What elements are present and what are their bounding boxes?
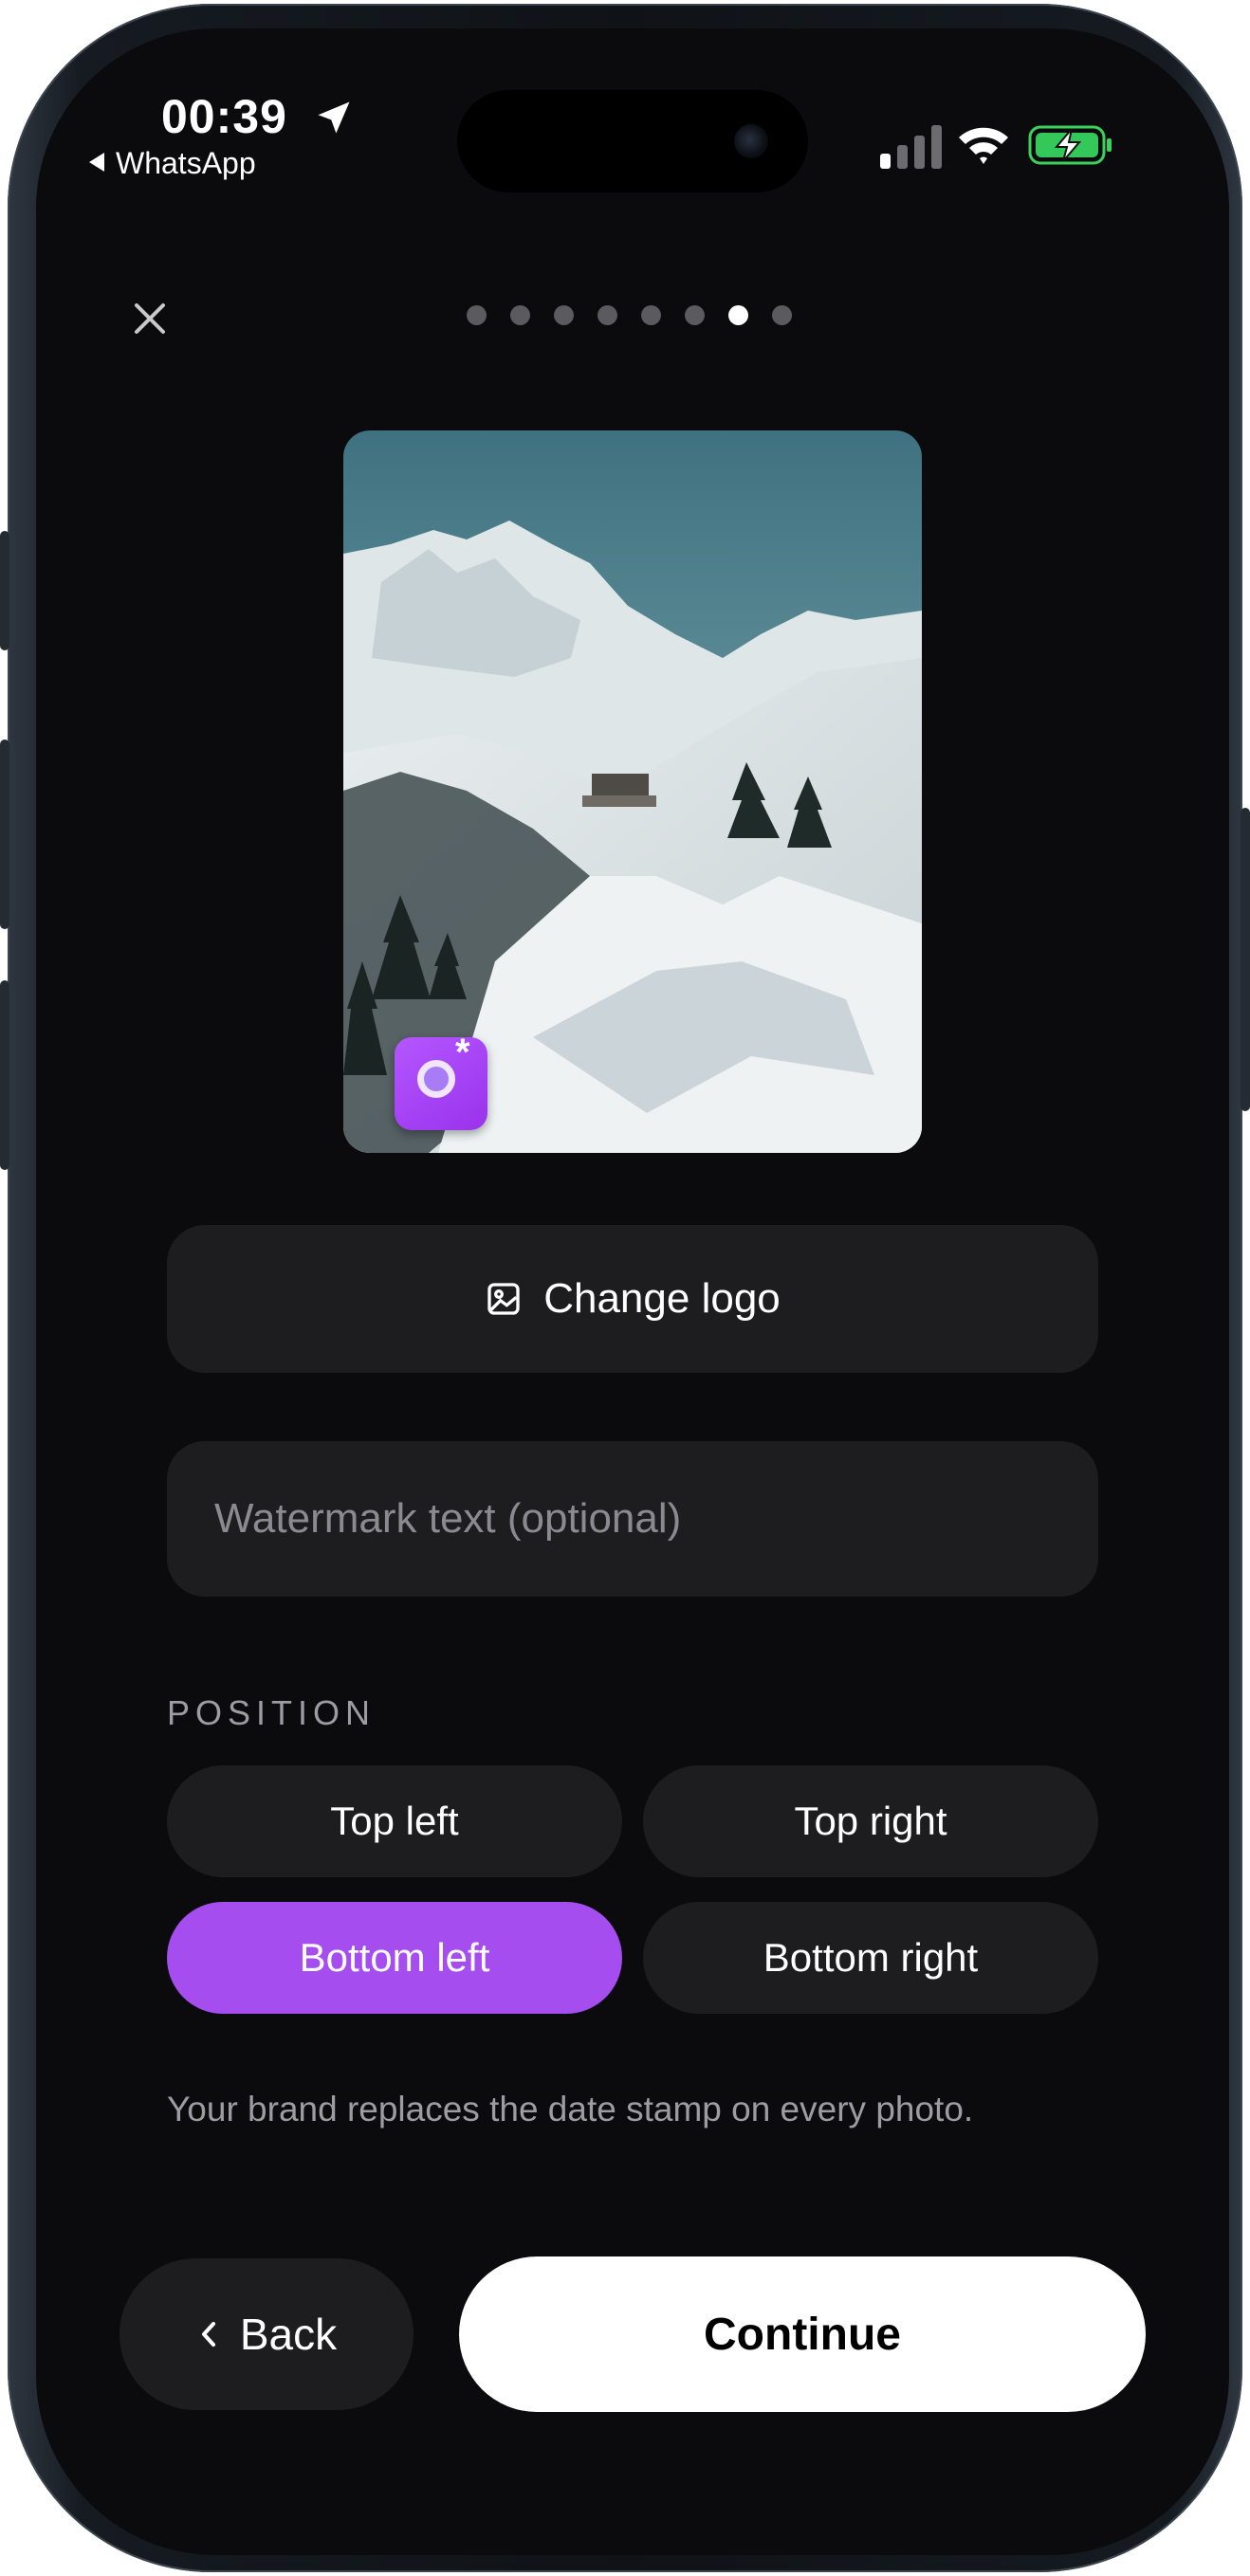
step-dot <box>467 305 487 325</box>
continue-button[interactable]: Continue <box>459 2256 1146 2412</box>
back-button[interactable]: Back <box>119 2258 414 2410</box>
change-logo-label: Change logo <box>543 1275 781 1322</box>
volume-down-button <box>0 980 9 1170</box>
position-section-label: POSITION <box>167 1693 377 1732</box>
close-button[interactable] <box>121 290 178 347</box>
step-dot <box>772 305 792 325</box>
chevron-left-icon <box>201 2322 215 2347</box>
step-dot <box>597 305 617 325</box>
step-dot <box>685 305 705 325</box>
hint-text: Your brand replaces the date stamp on ev… <box>167 2090 974 2128</box>
battery-charging-icon <box>1028 125 1112 165</box>
front-camera <box>734 124 768 158</box>
step-dot <box>510 305 530 325</box>
watermark-text-input[interactable]: Watermark text (optional) <box>167 1441 1098 1597</box>
position-bottom-right-button[interactable]: Bottom right <box>643 1902 1098 2014</box>
position-top-left-button[interactable]: Top left <box>167 1765 622 1877</box>
volume-up-button <box>0 740 9 929</box>
power-button <box>1241 808 1250 1111</box>
dynamic-island <box>457 90 808 192</box>
location-arrow-icon <box>318 101 350 134</box>
sparkle-icon: * <box>455 1032 470 1073</box>
phone-frame: 00:39 WhatsApp * Change logo Watermark t… <box>0 4 1250 2572</box>
image-icon <box>487 1283 520 1315</box>
position-top-right-button[interactable]: Top right <box>643 1765 1098 1877</box>
action-button <box>0 531 9 650</box>
step-indicator <box>467 305 792 325</box>
app-screen: 00:39 WhatsApp * Change logo Watermark t… <box>36 28 1229 2555</box>
watermark-logo-badge: * <box>395 1032 487 1130</box>
step-dot <box>641 305 661 325</box>
back-label: Back <box>239 2310 338 2359</box>
close-icon <box>135 303 165 334</box>
back-to-app-link[interactable]: WhatsApp <box>89 146 256 181</box>
change-logo-button[interactable]: Change logo <box>167 1225 1098 1373</box>
wifi-icon <box>959 127 1008 164</box>
back-app-label: WhatsApp <box>116 146 256 180</box>
back-triangle-icon <box>89 153 104 172</box>
cellular-signal-icon <box>880 125 942 169</box>
camera-lens-sparkle-icon <box>417 1060 455 1098</box>
status-time: 00:39 <box>161 90 287 143</box>
step-dot <box>554 305 574 325</box>
step-dot-current <box>728 305 748 325</box>
position-bottom-left-button[interactable]: Bottom left <box>167 1902 622 2014</box>
